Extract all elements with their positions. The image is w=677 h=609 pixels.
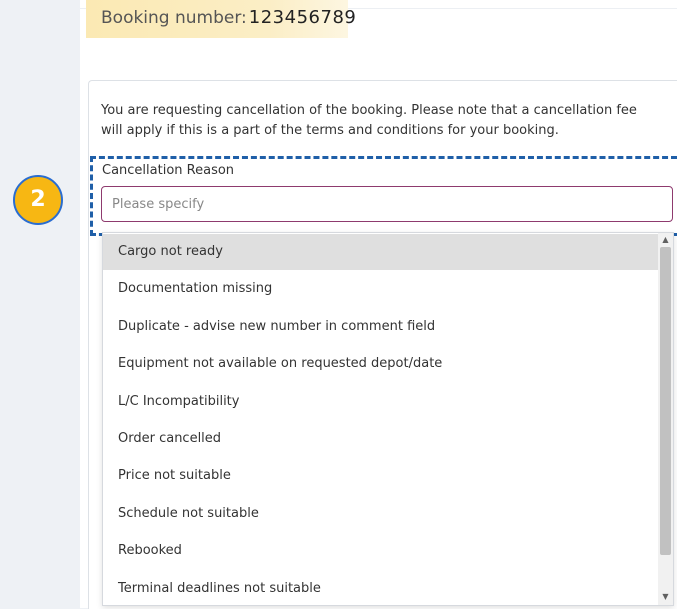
booking-number-line: Booking number: 123456789: [101, 7, 356, 28]
dropdown-option[interactable]: Order cancelled: [103, 421, 658, 457]
cancellation-notice: You are requesting cancellation of the b…: [101, 103, 637, 138]
scroll-down-icon[interactable]: ▼: [658, 591, 673, 603]
dropdown-option[interactable]: L/C Incompatibility: [103, 384, 658, 420]
booking-number-label: Booking number:: [101, 8, 247, 28]
scroll-thumb[interactable]: [660, 247, 671, 555]
cancellation-reason-dropdown[interactable]: Cargo not ready Documentation missing Dupl…: [102, 232, 674, 606]
dropdown-option[interactable]: Duplicate - advise new number in comment…: [103, 309, 658, 345]
dropdown-option[interactable]: Rebooked: [103, 533, 658, 569]
dropdown-option[interactable]: Schedule not suitable: [103, 496, 658, 532]
dropdown-option[interactable]: Cargo not ready: [103, 234, 658, 270]
step-number-badge: 2: [13, 175, 63, 225]
cancellation-reason-input[interactable]: [101, 186, 673, 222]
dropdown-option[interactable]: Terminal deadlines not suitable: [103, 571, 658, 605]
dropdown-option[interactable]: Documentation missing: [103, 271, 658, 307]
dropdown-option[interactable]: Equipment not available on requested dep…: [103, 346, 658, 382]
dropdown-scrollbar[interactable]: ▲ ▼: [658, 233, 673, 605]
booking-number-value: 123456789: [248, 7, 357, 28]
cancellation-reason-label: Cancellation Reason: [102, 163, 235, 178]
dropdown-option[interactable]: Price not suitable: [103, 458, 658, 494]
scroll-up-icon[interactable]: ▲: [658, 234, 673, 246]
